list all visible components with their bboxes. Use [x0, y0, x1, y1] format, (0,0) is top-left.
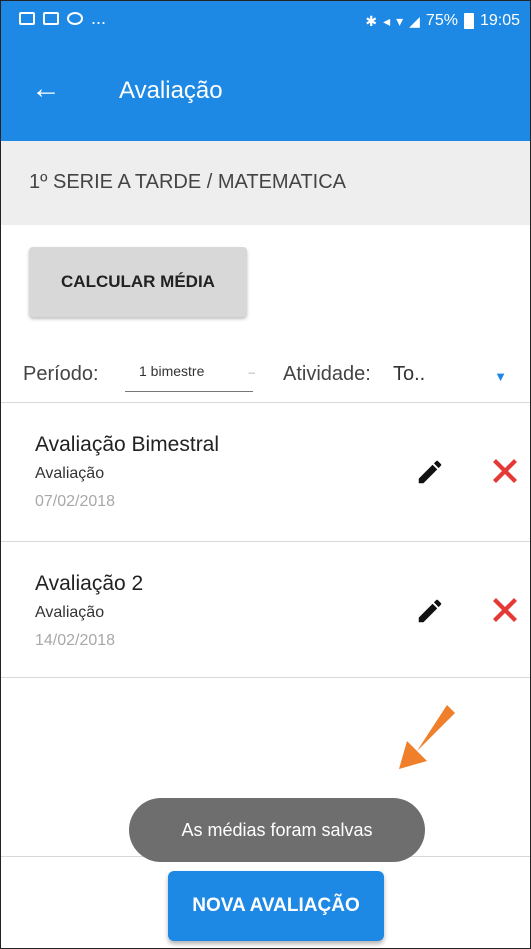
system-status: ✱ ◂ ▾ ◢ 75% 19:05	[365, 12, 520, 30]
signal-icon: ◢	[409, 12, 420, 29]
app-bar: ← Avaliação	[1, 41, 530, 141]
mute-icon: ◂	[383, 12, 391, 29]
status-bar: ... ✱ ◂ ▾ ◢ 75% 19:05	[1, 1, 530, 41]
divider	[1, 677, 530, 678]
phone-screen: ... ✱ ◂ ▾ ◢ 75% 19:05 ← Avaliação 1º SER…	[0, 0, 531, 949]
battery-icon	[463, 13, 474, 29]
activity-value: To..	[393, 363, 426, 385]
class-name: 1º SERIE A TARDE / MATEMATICA	[29, 171, 347, 193]
period-select[interactable]: 1 bimestre –	[125, 359, 255, 392]
wifi-icon: ▾	[396, 12, 404, 29]
evaluation-date: 07/02/2018	[35, 493, 116, 510]
new-evaluation-button[interactable]: NOVA AVALIAÇÃO	[168, 871, 384, 941]
class-header: 1º SERIE A TARDE / MATEMATICA	[1, 141, 530, 225]
evaluation-date: 14/02/2018	[35, 632, 116, 649]
pencil-icon[interactable]	[415, 457, 445, 487]
more-notifications: ...	[91, 8, 107, 28]
activity-select[interactable]: To.. ▼	[393, 359, 511, 391]
annotation-arrow-icon	[399, 705, 455, 769]
battery-percent: 75%	[425, 12, 458, 29]
evaluation-type: Avaliação	[35, 465, 105, 482]
list-item[interactable]: Avaliação Bimestral Avaliação 07/02/2018	[1, 403, 530, 541]
clock: 19:05	[479, 12, 520, 29]
period-label: Período:	[23, 363, 99, 385]
calculate-average-button[interactable]: CALCULAR MÉDIA	[29, 247, 247, 317]
page-title: Avaliação	[119, 77, 223, 104]
period-value: 1 bimestre	[139, 363, 205, 379]
notification-icons: ...	[19, 8, 107, 28]
evaluation-title: Avaliação Bimestral	[35, 433, 220, 456]
image-icon	[19, 11, 35, 25]
bluetooth-icon: ✱	[365, 12, 378, 29]
toast-message: As médias foram salvas	[129, 798, 425, 862]
filter-row: Período: 1 bimestre – Atividade: To.. ▼	[1, 351, 530, 401]
evaluation-type: Avaliação	[35, 604, 105, 621]
arrow-left-icon[interactable]: ←	[31, 71, 61, 107]
list-item[interactable]: Avaliação 2 Avaliação 14/02/2018	[1, 542, 530, 680]
chevron-down-icon: ▼	[494, 369, 507, 384]
mail-icon	[43, 11, 59, 25]
pencil-icon[interactable]	[415, 596, 445, 626]
chevron-down-icon: –	[248, 365, 255, 379]
skype-icon	[67, 11, 83, 25]
evaluation-title: Avaliação 2	[35, 572, 144, 595]
activity-label: Atividade:	[283, 363, 371, 385]
close-x-icon[interactable]	[487, 453, 523, 489]
close-x-icon[interactable]	[487, 592, 523, 628]
